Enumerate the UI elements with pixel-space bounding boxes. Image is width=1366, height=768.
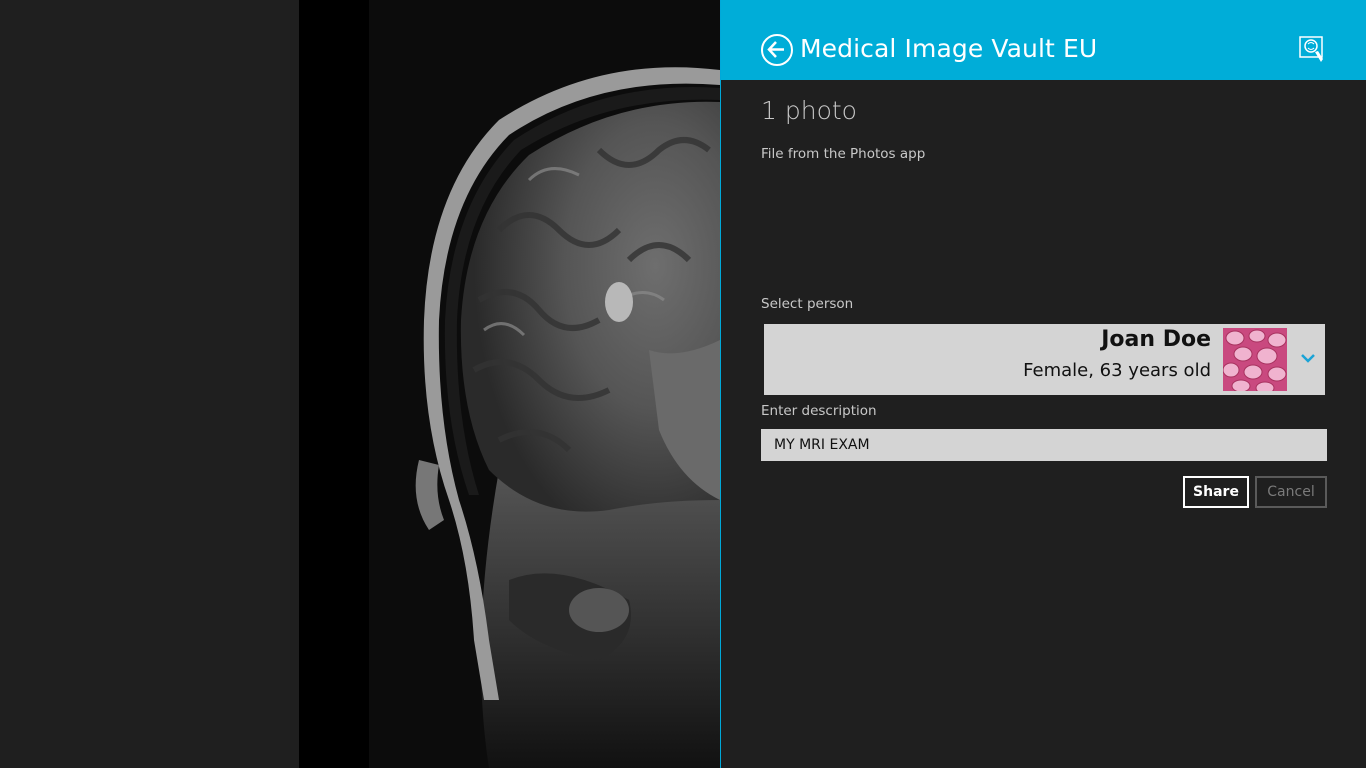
photo-count: 1 photo	[761, 96, 857, 125]
person-details: Female, 63 years old	[1023, 360, 1211, 381]
brain-touch-icon[interactable]	[1299, 36, 1325, 64]
share-pane: Medical Image Vault EU 1 photo File from…	[720, 0, 1366, 768]
share-header: Medical Image Vault EU	[721, 0, 1366, 80]
app-title: Medical Image Vault EU	[800, 34, 1098, 63]
back-arrow-icon	[767, 41, 784, 58]
chevron-down-icon	[1301, 354, 1315, 363]
app-screen: Medical Image Vault EU 1 photo File from…	[0, 0, 1366, 768]
description-input[interactable]	[761, 429, 1327, 461]
description-label: Enter description	[761, 403, 877, 419]
share-button[interactable]: Share	[1183, 476, 1249, 508]
back-button[interactable]	[761, 34, 793, 66]
person-selector[interactable]: Joan Doe Female, 63 years old	[764, 324, 1325, 395]
mri-image	[299, 0, 720, 768]
select-person-label: Select person	[761, 296, 854, 312]
mri-scan-graphic	[369, 0, 720, 768]
person-name: Joan Doe	[1101, 327, 1211, 352]
person-avatar-thumbnail	[1223, 328, 1287, 391]
left-margin	[0, 0, 299, 768]
source-description: File from the Photos app	[761, 146, 926, 162]
cancel-button[interactable]: Cancel	[1255, 476, 1327, 508]
